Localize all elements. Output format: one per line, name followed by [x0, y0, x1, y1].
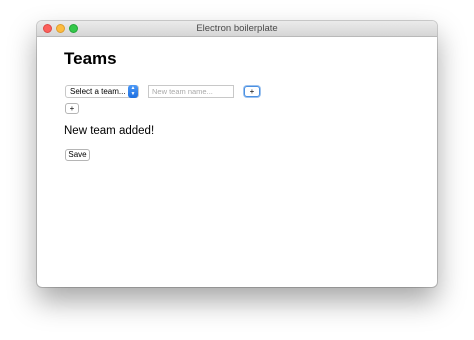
app-window: Electron boilerplate Teams Select a team…	[37, 21, 437, 287]
add-button[interactable]: +	[65, 103, 79, 114]
main-content: Teams Select a team... ▲▼ + + New team a…	[37, 37, 437, 287]
select-arrows-icon: ▲ ▼	[128, 85, 138, 98]
add-team-button[interactable]: +	[244, 86, 260, 97]
title-bar[interactable]: Electron boilerplate	[37, 21, 437, 37]
status-message: New team added!	[64, 125, 155, 137]
save-button[interactable]: Save	[65, 149, 90, 161]
window-title: Electron boilerplate	[196, 23, 278, 34]
team-select[interactable]: Select a team... ▲ ▼	[65, 85, 139, 98]
new-team-name-input[interactable]	[148, 85, 234, 98]
team-select-value: Select a team...	[70, 87, 126, 96]
page-title: Teams	[64, 49, 117, 68]
